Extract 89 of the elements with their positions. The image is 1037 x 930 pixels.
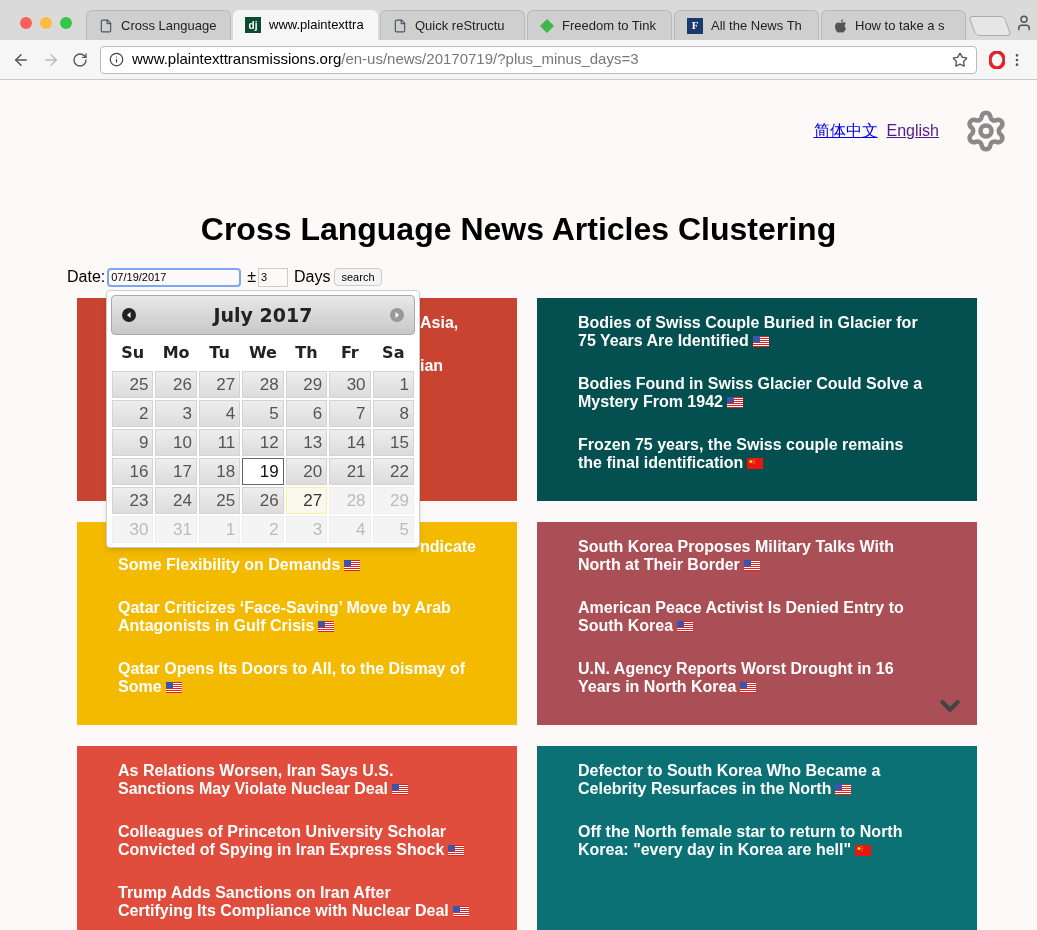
calendar-day[interactable]: 26 [155,371,197,398]
url-host: www.plaintexttransmissions.org [132,49,342,70]
calendar-day[interactable]: 2 [112,400,154,427]
article-link[interactable]: Frozen 75 years, the Swiss couple remains the final identification [578,436,927,472]
date-field[interactable]: 07/19/2017 [107,267,242,287]
calendar-day[interactable]: 4 [198,400,241,427]
calendar-day[interactable]: 25 [112,371,154,398]
calendar-day[interactable]: 15 [372,429,414,456]
browser-tab[interactable]: Cross Language [86,10,231,40]
search-button[interactable]: search [334,268,382,286]
calendar-day[interactable]: 11 [198,429,241,456]
days-label: Days [294,267,331,287]
calendar-day[interactable]: 27 [198,371,241,398]
tab-title: How to take a s [855,16,945,35]
address-bar[interactable]: www.plaintexttransmissions.org/en-us/news/20170719/?plus_minus_days=3 [100,45,977,74]
calendar-day: 29 [372,487,414,514]
calendar-day: 4 [329,516,371,543]
article-link[interactable]: Defector to South Korea Who Became a Celebrity Resurfaces in the North [578,762,927,798]
article-link[interactable]: American Peace Activist Is Denied Entry to South Korea [578,599,927,635]
weekday-label: Sa [381,342,406,364]
calendar-day: 2 [242,516,284,543]
calendar-day[interactable]: 1 [372,371,414,398]
calendar-day[interactable]: 10 [155,429,197,456]
calendar-day[interactable]: 9 [112,429,154,456]
favicon: dj [245,17,261,33]
calendar-day[interactable]: 28 [242,371,284,398]
calendar-day[interactable]: 17 [155,458,197,485]
article-title-fragment[interactable]: ian [420,357,444,375]
article-title-fragment[interactable]: Asia, [420,314,459,332]
plus-minus-label: ± [247,267,257,287]
calendar-day[interactable]: 19 [242,458,284,485]
calendar-day[interactable]: 14 [329,429,371,456]
weekday-label: Th [294,342,319,364]
calendar-day[interactable]: 30 [329,371,371,398]
calendar-day[interactable]: 13 [285,429,328,456]
weekday-label: Tu [208,342,231,364]
calendar-day: 31 [155,516,197,543]
tab-title: All the News Th [711,16,802,35]
weekday-label: Su [120,342,146,364]
calendar-day: 1 [198,516,241,543]
article-link[interactable]: Bodies of Swiss Couple Buried in Glacier for 75 Years Are Identified [578,314,927,350]
browser-tab[interactable]: Freedom to Tink [527,10,672,40]
calendar-day[interactable]: 12 [242,429,284,456]
article-link[interactable]: As Relations Worsen, Iran Says U.S. Sanctions May Violate Nuclear Deal [118,762,467,798]
calendar-day[interactable]: 20 [285,458,328,485]
calendar-day[interactable]: 6 [285,400,328,427]
calendar-day[interactable]: 26 [242,487,284,514]
tab-title: www.plaintexttra [269,16,364,35]
article-link[interactable]: South Korea Proposes Military Talks With North at Their Border [578,538,927,574]
browser-tab[interactable]: How to take a s [821,10,966,40]
tab-title: Cross Language [121,16,217,35]
calendar-day[interactable]: 23 [112,487,154,514]
calendar-day[interactable]: 5 [242,400,284,427]
calendar-month: July 2017 [213,302,313,328]
weekday-label: We [248,342,278,364]
language-link[interactable]: 简体中文 [813,118,878,143]
calendar-day: 5 [372,516,414,543]
calendar-day[interactable]: 29 [285,371,328,398]
weekday-label: Mo [161,342,191,364]
calendar-day[interactable]: 18 [198,458,241,485]
calendar-day[interactable]: 16 [112,458,154,485]
language-link[interactable]: English [886,118,939,143]
article-link[interactable]: Bodies Found in Swiss Glacier Could Solve a Mystery From 1942 [578,375,927,411]
calendar-day[interactable]: 21 [329,458,371,485]
browser-tab[interactable]: F All the News Th [674,10,819,40]
days-field[interactable]: 3 [258,267,289,287]
calendar-day: 28 [329,487,371,514]
calendar-day[interactable]: 27 [285,487,328,514]
calendar-day[interactable]: 8 [372,400,414,427]
page-title: Cross Language News Articles Clustering [199,210,838,249]
calendar-day[interactable]: 3 [155,400,197,427]
calendar-day: 30 [112,516,154,543]
weekday-label: Fr [339,342,360,364]
article-link[interactable]: U.N. Agency Reports Worst Drought in 16 Years in North Korea [578,660,927,696]
tab-title: Quick reStructu [415,16,505,35]
date-label: Date: [67,267,106,287]
browser-tab[interactable]: dj www.plaintexttra [233,10,378,40]
calendar-day[interactable]: 7 [329,400,371,427]
article-link[interactable]: Colleagues of Princeton University Scholar Convicted of Spying in Iran Express Shock [118,823,467,859]
url-path: /en-us/news/20170719/?plus_minus_days=3 [341,49,640,70]
calendar-day[interactable]: 22 [372,458,414,485]
calendar-day: 3 [285,516,328,543]
calendar-day[interactable]: 25 [198,487,241,514]
article-link[interactable]: Off the North female star to return to North Korea: "every day in Korea are hell" [578,823,927,859]
tab-title: Freedom to Tink [562,16,656,35]
browser-tab[interactable]: Quick reStructu [380,10,525,40]
favicon: F [687,17,703,34]
article-link[interactable]: Trump Adds Sanctions on Iran After Certifying Its Compliance with Nuclear Deal [118,884,467,920]
calendar-day[interactable]: 24 [155,487,197,514]
